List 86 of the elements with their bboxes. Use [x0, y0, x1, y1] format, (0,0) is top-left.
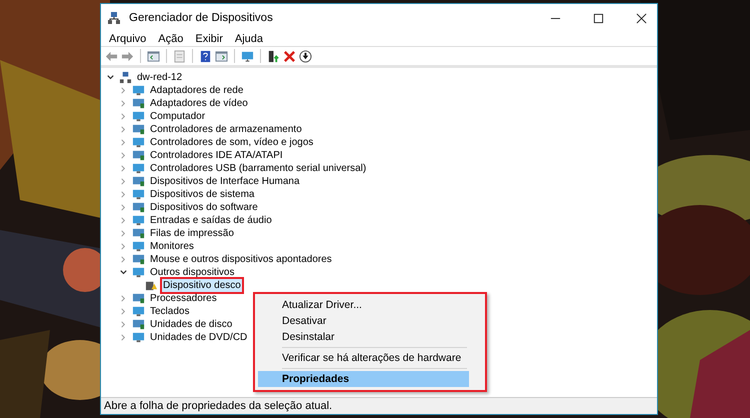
tree-item[interactable]: Dispositivos de sistema — [149, 188, 256, 201]
expand-chevron-right-icon[interactable] — [119, 229, 128, 238]
monitor-icon — [132, 240, 145, 253]
back-arrow-icon[interactable] — [105, 50, 118, 62]
tree-item[interactable]: Controladores USB (barramento serial universal) — [149, 162, 368, 175]
expand-chevron-right-icon[interactable] — [119, 203, 128, 212]
tree-item[interactable]: dw-red-12 — [136, 71, 184, 84]
monitor-icon — [132, 331, 145, 344]
monitor-icon — [132, 214, 145, 227]
menu-item[interactable]: Atualizar Driver... — [258, 297, 470, 313]
down-arrow-circle-icon[interactable] — [299, 50, 312, 62]
status-bar: Abre a folha de propriedades da seleção atual. — [101, 397, 657, 414]
delete-icon[interactable] — [283, 50, 296, 62]
expand-chevron-right-icon[interactable] — [119, 86, 128, 95]
expand-chevron-right-icon[interactable] — [119, 112, 128, 121]
tree-item[interactable]: Entradas e saídas de áudio — [149, 214, 273, 227]
expand-chevron-down-icon[interactable] — [106, 73, 115, 82]
expand-chevron-right-icon[interactable] — [119, 333, 128, 342]
monitor-icon — [132, 110, 145, 123]
device-upload-icon[interactable] — [267, 50, 280, 62]
monitor-icon — [132, 227, 145, 240]
panel-icon[interactable] — [147, 50, 160, 62]
monitor-icon — [132, 201, 145, 214]
window-title: Gerenciador de Dispositivos — [129, 12, 273, 24]
expand-chevron-down-icon[interactable] — [119, 268, 128, 277]
menu-item[interactable]: Exibir — [195, 33, 223, 45]
tree-item[interactable]: Outros dispositivos — [149, 266, 236, 279]
tree-item[interactable]: Controladores de armazenamento — [149, 123, 303, 136]
expand-chevron-right-icon[interactable] — [119, 216, 128, 225]
menu-item[interactable]: Propriedades — [258, 371, 470, 387]
monitor-icon — [132, 188, 145, 201]
panel-icon[interactable] — [215, 50, 228, 62]
expand-chevron-right-icon[interactable] — [119, 294, 128, 303]
monitor-icon — [132, 266, 145, 279]
warning-device-icon — [145, 279, 158, 292]
monitor-icon — [132, 318, 145, 331]
expand-chevron-right-icon[interactable] — [119, 99, 128, 108]
tree-item[interactable]: Computador — [149, 110, 206, 123]
monitor-icon — [132, 292, 145, 305]
tree-item[interactable]: Adaptadores de vídeo — [149, 97, 249, 110]
menu-item[interactable]: Verificar se há alterações de hardware — [258, 350, 470, 366]
menu-item[interactable]: Arquivo — [109, 33, 146, 45]
expand-chevron-right-icon[interactable] — [119, 164, 128, 173]
help-icon[interactable] — [199, 50, 212, 62]
tree-item[interactable]: Processadores — [149, 292, 218, 305]
tree-item[interactable]: Unidades de DVD/CD — [149, 331, 248, 344]
close-icon[interactable] — [636, 12, 647, 24]
tree-item[interactable]: Dispositivos de Interface Humana — [149, 175, 301, 188]
monitor-icon — [132, 175, 145, 188]
monitor-icon — [132, 149, 145, 162]
menu-item[interactable]: Desinstalar — [258, 329, 470, 345]
tree-item[interactable]: Adaptadores de rede — [149, 84, 244, 97]
monitor-icon — [132, 97, 145, 110]
expand-chevron-right-icon[interactable] — [119, 190, 128, 199]
expand-chevron-right-icon[interactable] — [119, 151, 128, 160]
menu-item[interactable]: Ação — [158, 33, 184, 45]
expand-chevron-right-icon[interactable] — [119, 242, 128, 251]
expand-chevron-right-icon[interactable] — [119, 320, 128, 329]
tree-item[interactable]: Dispositivo desco — [162, 279, 242, 292]
network-computer-icon — [107, 11, 121, 25]
menu-item[interactable]: Ajuda — [234, 33, 264, 45]
monitor-icon — [132, 305, 145, 318]
monitor-icon — [132, 162, 145, 175]
expand-chevron-right-icon[interactable] — [119, 138, 128, 147]
monitor-icon — [132, 253, 145, 266]
expand-chevron-right-icon[interactable] — [119, 177, 128, 186]
tree-item[interactable]: Dispositivos do software — [149, 201, 259, 214]
expand-chevron-right-icon[interactable] — [119, 125, 128, 134]
tree-item[interactable]: Controladores de som, vídeo e jogos — [149, 136, 314, 149]
tree-item[interactable]: Unidades de disco — [149, 318, 234, 331]
forward-arrow-icon[interactable] — [121, 50, 134, 62]
monitor-icon — [132, 136, 145, 149]
tree-item[interactable]: Monitores — [149, 240, 195, 253]
tree-item[interactable]: Teclados — [149, 305, 190, 318]
expand-chevron-right-icon[interactable] — [119, 255, 128, 264]
monitor-icon[interactable] — [241, 50, 254, 62]
menu-item[interactable]: Desativar — [258, 313, 470, 329]
expand-chevron-right-icon[interactable] — [119, 307, 128, 316]
tree-item[interactable]: Mouse e outros dispositivos apontadores — [149, 253, 333, 266]
network-computer-icon — [119, 71, 132, 84]
properties-sheet-icon[interactable] — [173, 50, 186, 62]
tree-item[interactable]: Filas de impressão — [149, 227, 235, 240]
monitor-icon — [132, 84, 145, 97]
monitor-icon — [132, 123, 145, 136]
maximize-icon[interactable] — [593, 12, 604, 24]
tree-item[interactable]: Controladores IDE ATA/ATAPI — [149, 149, 284, 162]
